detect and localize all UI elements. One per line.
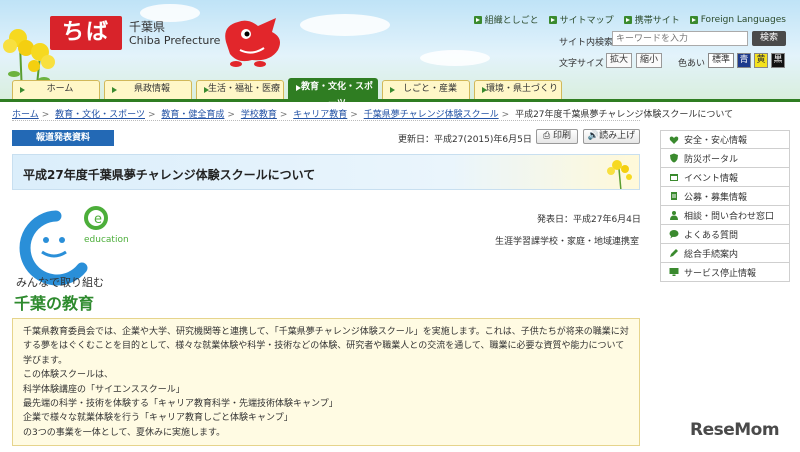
shield-icon (670, 153, 678, 163)
prefecture-name-en: Chiba Prefecture (129, 34, 221, 47)
sidebar-menu: 安全・安心情報 防災ポータル イベント情報 公募・募集情報 相談・問い合わせ窓口… (660, 130, 790, 282)
arrow-bullet-icon (473, 15, 482, 24)
arrow-bullet-icon (623, 15, 632, 24)
top-link-organization[interactable]: 組織としごと (473, 13, 539, 26)
arrow-bullet-icon (548, 15, 557, 24)
color-blue-button[interactable]: 青 (737, 53, 751, 68)
sidebar-item-safety[interactable]: 安全・安心情報 (660, 130, 790, 149)
updated-date: 更新日：平成27(2015)年6月5日 (398, 135, 532, 145)
site-header: ちば 千葉県 Chiba Prefecture 組織としごと サイトマップ 携帯… (0, 0, 800, 102)
sidebar-item-consultation[interactable]: 相談・問い合わせ窓口 (660, 206, 790, 225)
top-link-mobile[interactable]: 携帯サイト (623, 13, 680, 26)
top-utility-links: 組織としごと サイトマップ 携帯サイト Foreign Languages (473, 13, 786, 26)
chiba-logo[interactable]: ちば (50, 16, 122, 50)
body-line: 最先端の科学・技術を体験する「キャリア教育科学・先端技術体験キャンプ」 (23, 399, 338, 410)
site-search-label: サイト内検索 (559, 38, 614, 48)
top-link-sitemap[interactable]: サイトマップ (548, 13, 614, 26)
sidebar-item-service-outage[interactable]: サービス停止情報 (660, 263, 790, 282)
breadcrumb-link[interactable]: 学校教育 (241, 110, 277, 120)
sidebar-item-disaster-portal[interactable]: 防災ポータル (660, 149, 790, 168)
speaker-icon: 🔊 (587, 131, 600, 141)
published-date: 発表日：平成27年6月4日 (537, 215, 641, 225)
article-body: 千葉県教育委員会では、企業や大学、研究機関等と連携して、「千葉県夢チャレンジ体験… (12, 318, 640, 446)
search-input[interactable] (612, 31, 748, 46)
font-size-label: 文字サイズ (559, 59, 604, 69)
global-nav: ホーム 県政情報 生活・福祉・医療 教育・文化・スポーツ しごと・産業 環境・県… (0, 78, 800, 102)
document-icon (671, 192, 677, 200)
search-button[interactable]: 検索 (752, 31, 786, 46)
resemom-watermark: ReseMom (690, 420, 780, 440)
person-icon (670, 211, 678, 220)
calendar-icon (670, 174, 678, 181)
breadcrumb-current: 平成27年度千葉県夢チャレンジ体験スクールについて (515, 110, 734, 120)
color-black-button[interactable]: 黒 (771, 53, 785, 68)
mascot-chiba-kun-icon (225, 18, 280, 67)
logo-e-glyph: e (94, 212, 102, 227)
divider (12, 120, 640, 121)
print-button[interactable]: ⎙ 印刷 (536, 129, 578, 144)
body-line: の3つの事業を一体として、夏休みに実施します。 (23, 427, 226, 438)
arrow-bullet-icon (689, 15, 698, 24)
color-standard-button[interactable]: 標準 (708, 53, 734, 68)
heart-icon (669, 136, 679, 144)
printer-icon: ⎙ (542, 131, 554, 141)
press-release-badge: 報道発表資料 (12, 130, 114, 146)
breadcrumb-link[interactable]: 千葉県夢チャレンジ体験スクール (364, 110, 499, 120)
body-line: 学びます。 (23, 355, 68, 366)
font-shrink-button[interactable]: 縮小 (636, 53, 662, 68)
cloud-decoration (300, 14, 390, 36)
monitor-icon (669, 268, 679, 276)
tab-life-welfare[interactable]: 生活・福祉・医療 (196, 80, 284, 99)
breadcrumb-link[interactable]: キャリア教育 (293, 110, 347, 120)
logo-title: 千葉の教育 (14, 294, 95, 313)
body-line: 科学体験講座の「サイエンススクール」 (23, 384, 185, 395)
tab-home[interactable]: ホーム (12, 80, 100, 99)
breadcrumb-link[interactable]: 教育・健全育成 (161, 110, 224, 120)
sidebar-item-procedures[interactable]: 総合手続案内 (660, 244, 790, 263)
sidebar-item-faq[interactable]: よくある質問 (660, 225, 790, 244)
rapeseed-flower-illustration (607, 160, 632, 189)
prefecture-name-jp: 千葉県 (129, 20, 166, 34)
cloud-decoration (420, 50, 490, 66)
body-line: 企業で様々な就業体験を行う「キャリア教育しごと体験キャンプ」 (23, 413, 293, 424)
sidebar-item-events[interactable]: イベント情報 (660, 168, 790, 187)
read-aloud-button[interactable]: 🔊読み上げ (583, 129, 640, 144)
tab-education-culture[interactable]: 教育・文化・スポーツ (288, 78, 378, 102)
tab-environment[interactable]: 環境・県土づくり (474, 80, 562, 99)
logo-tagline: みんなで取り組む (16, 276, 104, 289)
logo-education-text: education (84, 235, 129, 245)
breadcrumb-link[interactable]: 教育・文化・スポーツ (55, 110, 145, 120)
department-name: 生涯学習課学校・家庭・地域連携室 (495, 237, 640, 247)
top-link-foreign-languages[interactable]: Foreign Languages (689, 13, 786, 26)
body-line: する夢をはぐくむことを目的として、様々な就業体験や科学・技術などの体験、研究者や… (23, 341, 625, 352)
body-line: この体験スクールは、 (23, 370, 114, 381)
pencil-icon (670, 249, 678, 257)
tab-work-industry[interactable]: しごと・産業 (382, 80, 470, 99)
body-line: 千葉県教育委員会では、企業や大学、研究機関等と連携して、「千葉県夢チャレンジ体験… (23, 327, 629, 337)
font-enlarge-button[interactable]: 拡大 (606, 53, 632, 68)
sidebar-item-recruitment[interactable]: 公募・募集情報 (660, 187, 790, 206)
page-title-band: 平成27年度千葉県夢チャレンジ体験スクールについて (12, 154, 640, 190)
tab-government[interactable]: 県政情報 (104, 80, 192, 99)
page-title: 平成27年度千葉県夢チャレンジ体験スクールについて (23, 168, 316, 182)
breadcrumb-link[interactable]: ホーム (12, 110, 39, 120)
breadcrumb: ホーム > 教育・文化・スポーツ > 教育・健全育成 > 学校教育 > キャリア教育 > … (12, 110, 734, 120)
color-scheme-label: 色あい (678, 59, 706, 69)
speech-bubble-icon (669, 230, 679, 239)
color-yellow-button[interactable]: 黄 (754, 53, 768, 68)
